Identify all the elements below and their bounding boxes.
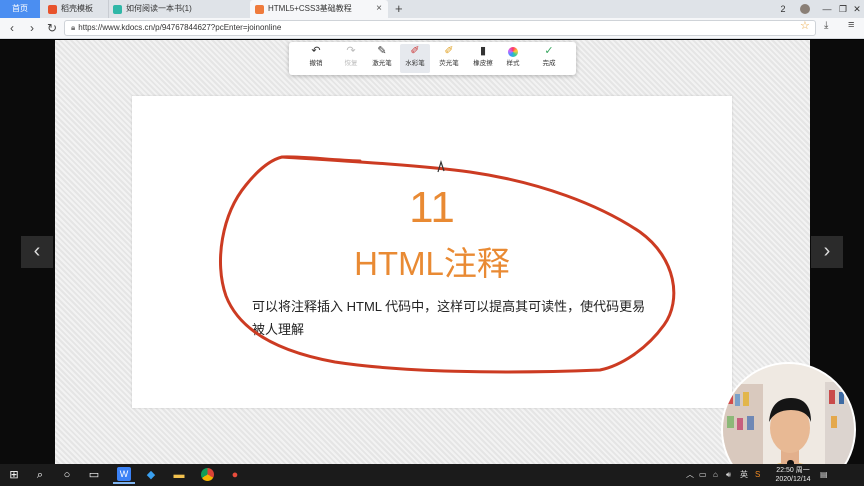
- laser-pen-icon: ✎: [377, 45, 387, 57]
- watercolor-pen-icon: ✐: [410, 45, 420, 57]
- battery-icon[interactable]: ▭: [699, 467, 707, 483]
- search-icon[interactable]: ⌕: [32, 467, 48, 483]
- tray-expand-icon[interactable]: ︿: [686, 467, 694, 483]
- taskbar: ⊞ ⌕ ○ ▭ W ◆ ▬ ● ︿ ▭ ⌂ 🔊︎ 英 S 22:50 周一 20…: [0, 464, 864, 486]
- back-icon[interactable]: ‹: [4, 18, 20, 38]
- annotation-toolbar: ↶ 撤销 ↷ 恢复 ✎ 激光笔 ✐ 水彩笔 ✐ 荧光笔 ▮ 橡皮擦 样式 ✓ 完…: [289, 42, 576, 75]
- tab-home-label: 首页: [12, 4, 28, 13]
- tab-docer-templates[interactable]: 稻壳模板: [44, 0, 106, 18]
- task-view-icon[interactable]: ▭: [86, 467, 102, 483]
- address-bar: ‹ › ↻ 🔒︎ https://www.kdocs.cn/p/947678446…: [0, 18, 864, 39]
- clock-time: 22:50 周一: [776, 467, 810, 474]
- redo-button[interactable]: ↷ 恢复: [336, 44, 366, 73]
- recorder-icon[interactable]: ●: [227, 467, 243, 483]
- avatar[interactable]: [796, 0, 814, 18]
- windows-start-icon[interactable]: ⊞: [6, 467, 22, 483]
- url-input[interactable]: 🔒︎ https://www.kdocs.cn/p/94767844627?pcE…: [64, 20, 816, 36]
- vscode-icon[interactable]: ◆: [143, 467, 159, 483]
- ime-icon[interactable]: S: [755, 467, 760, 483]
- tab-label: 稻壳模板: [61, 4, 93, 13]
- volume-icon[interactable]: 🔊︎: [726, 467, 731, 483]
- presentation-icon: [255, 4, 264, 14]
- done-button[interactable]: ✓ 完成: [534, 44, 564, 73]
- eraser-icon: ▮: [479, 45, 487, 57]
- slide-number: 11: [409, 183, 455, 232]
- slide-body: 可以将注释插入 HTML 代码中，这样可以提高其可读性，使代码更易被人理解: [252, 299, 646, 337]
- next-slide-button[interactable]: ›: [811, 236, 843, 268]
- slide: 11 HTML注释 可以将注释插入 HTML 代码中，这样可以提高其可读性，使代…: [132, 96, 732, 408]
- watercolor-pen-button[interactable]: ✐ 水彩笔: [400, 44, 430, 73]
- url-text: https://www.kdocs.cn/p/94767844627?pcEnt…: [78, 23, 282, 32]
- cortana-icon[interactable]: ○: [59, 467, 75, 483]
- lock-icon: 🔒︎: [71, 23, 76, 32]
- style-button[interactable]: 样式: [498, 44, 528, 73]
- clock[interactable]: 22:50 周一 2020/12/14: [770, 466, 816, 484]
- undo-icon: ↶: [311, 45, 321, 57]
- presentation-viewer: ‹ › 11 HTML注释 可以将注释插入 HTML 代码中，这样可以提高其可读…: [0, 40, 864, 486]
- tab-label: 如何阅读一本书(1): [126, 4, 192, 13]
- new-tab-button[interactable]: +: [395, 0, 403, 18]
- tab-label: HTML5+CSS3基础教程: [268, 4, 352, 13]
- file-explorer-icon[interactable]: ▬: [171, 467, 187, 483]
- prev-slide-button[interactable]: ‹: [21, 236, 53, 268]
- close-tab-icon[interactable]: ×: [376, 0, 382, 18]
- redo-icon: ↷: [346, 45, 356, 57]
- chrome-icon[interactable]: [199, 467, 215, 483]
- undo-button[interactable]: ↶ 撤销: [301, 44, 331, 73]
- style-icon: [508, 47, 518, 57]
- bookmark-star-icon[interactable]: ☆: [800, 19, 810, 32]
- tab-html5-css3[interactable]: HTML5+CSS3基础教程 ×: [250, 0, 388, 18]
- download-icon[interactable]: ⤓: [824, 20, 828, 31]
- tab-strip: 首页 稻壳模板 如何阅读一本书(1) HTML5+CSS3基础教程 × + 2 …: [0, 0, 864, 18]
- highlighter-icon: ✐: [444, 45, 454, 57]
- done-icon: ✓: [544, 45, 554, 57]
- clock-date: 2020/12/14: [775, 476, 811, 483]
- tab-home[interactable]: 首页: [0, 0, 40, 18]
- eraser-button[interactable]: ▮ 橡皮擦: [468, 44, 498, 73]
- wps-app[interactable]: W: [113, 466, 135, 484]
- tab-how-to-read[interactable]: 如何阅读一本书(1): [108, 0, 248, 18]
- docer-icon: [48, 4, 57, 14]
- kdocs-icon: [113, 4, 122, 14]
- network-icon[interactable]: ⌂: [713, 467, 718, 483]
- refresh-icon[interactable]: ↻: [44, 18, 60, 38]
- account-badge-icon[interactable]: 2: [774, 0, 792, 18]
- laser-pen-button[interactable]: ✎ 激光笔: [367, 44, 397, 73]
- input-language[interactable]: 英: [740, 467, 748, 483]
- close-window-button[interactable]: ✕: [848, 0, 864, 18]
- highlighter-button[interactable]: ✐ 荧光笔: [434, 44, 464, 73]
- slide-title: HTML注释: [354, 245, 510, 282]
- forward-icon[interactable]: ›: [24, 18, 40, 38]
- notification-icon[interactable]: ▤: [820, 467, 828, 483]
- wps-icon: W: [117, 467, 131, 481]
- menu-icon[interactable]: ≡: [848, 19, 854, 31]
